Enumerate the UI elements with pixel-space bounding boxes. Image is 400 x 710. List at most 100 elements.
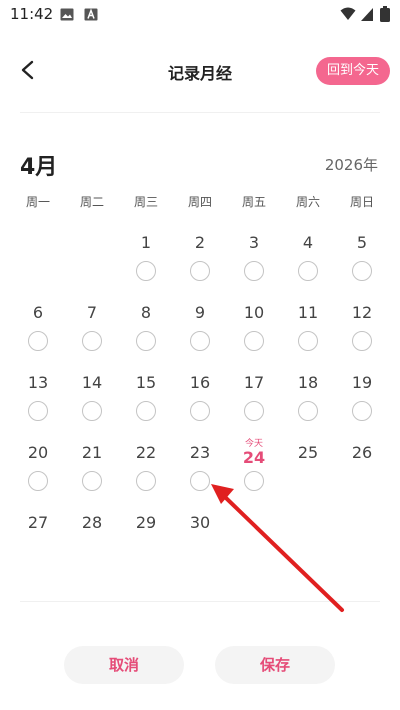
cancel-button[interactable]: 取消 [64,646,184,684]
period-select-circle[interactable] [82,331,102,351]
period-select-circle[interactable] [352,331,372,351]
calendar-day[interactable]: 20 [11,440,65,510]
period-select-circle[interactable] [244,471,264,491]
status-bar: 11:42 [0,0,400,30]
calendar-day[interactable]: 19 [335,370,389,440]
period-select-circle[interactable] [190,261,210,281]
day-number: 13 [27,373,49,392]
weekday-label: 周四 [187,195,212,209]
calendar-day[interactable]: 7 [65,300,119,370]
calendar-day-today[interactable]: 今天 24 [227,439,281,510]
day-number: 21 [81,443,103,462]
day-number: 27 [27,513,49,532]
day-number: 19 [351,373,373,392]
weekday-header: 周一 周二 周三 周四 周五 周六 周日 [11,193,389,211]
calendar-day[interactable]: 22 [119,440,173,510]
month-title: 4月 [20,155,58,180]
period-select-circle[interactable] [244,261,264,281]
day-number: 28 [81,513,103,532]
day-number: 9 [194,303,206,322]
period-select-circle[interactable] [136,401,156,421]
calendar-day[interactable]: 23 [173,440,227,510]
weekday-label: 周二 [79,195,104,209]
period-select-circle[interactable] [82,471,102,491]
calendar-day: 28 [65,510,119,580]
calendar-grid: 1 2 3 4 5 6 7 8 9 10 11 12 13 14 15 16 17 18 19 20 21 22 23 今天 2… [11,230,389,580]
day-number: 16 [189,373,211,392]
period-select-circle[interactable] [190,401,210,421]
calendar-day[interactable]: 5 [335,230,389,300]
footer-actions: 取消 保存 [0,600,400,710]
day-number: 11 [297,303,319,322]
status-time: 11:42 [10,5,54,23]
weekday-label: 周日 [349,195,374,209]
weekday-label: 周一 [25,195,50,209]
day-number: 25 [297,443,319,462]
calendar-day: 26 [335,440,389,510]
day-number: 17 [243,373,265,392]
calendar-day: 25 [281,440,335,510]
day-number: 6 [32,303,44,322]
gallery-icon [60,8,74,21]
period-select-circle[interactable] [244,331,264,351]
calendar-day[interactable]: 18 [281,370,335,440]
day-number: 24 [242,448,266,467]
period-select-circle[interactable] [136,331,156,351]
day-number: 1 [140,233,152,252]
period-select-circle[interactable] [190,471,210,491]
calendar-day: 30 [173,510,227,580]
day-number: 2 [194,233,206,252]
calendar-day[interactable]: 11 [281,300,335,370]
period-select-circle[interactable] [190,331,210,351]
weekday-label: 周六 [295,195,320,209]
period-select-circle[interactable] [352,401,372,421]
calendar-day[interactable]: 2 [173,230,227,300]
period-select-circle[interactable] [136,261,156,281]
period-select-circle[interactable] [28,331,48,351]
calendar-day[interactable]: 9 [173,300,227,370]
period-select-circle[interactable] [28,471,48,491]
day-number: 7 [86,303,98,322]
day-number: 26 [351,443,373,462]
calendar-day[interactable]: 16 [173,370,227,440]
calendar-day[interactable]: 14 [65,370,119,440]
calendar-day[interactable]: 15 [119,370,173,440]
calendar-day[interactable]: 13 [11,370,65,440]
calendar-day[interactable]: 1 [119,230,173,300]
calendar-day[interactable]: 4 [281,230,335,300]
back-to-today-button[interactable]: 回到今天 [316,57,390,85]
day-number: 4 [302,233,314,252]
period-select-circle[interactable] [244,401,264,421]
day-number: 30 [189,513,211,532]
calendar-day[interactable]: 17 [227,370,281,440]
day-number: 20 [27,443,49,462]
day-number: 18 [297,373,319,392]
period-select-circle[interactable] [352,261,372,281]
period-select-circle[interactable] [28,401,48,421]
day-number: 5 [356,233,368,252]
period-select-circle[interactable] [298,261,318,281]
calendar-day: 29 [119,510,173,580]
save-button[interactable]: 保存 [215,646,335,684]
calendar-day[interactable]: 12 [335,300,389,370]
empty-day-cell [11,230,65,300]
divider [20,112,380,113]
period-select-circle[interactable] [298,401,318,421]
day-number: 23 [189,443,211,462]
period-select-circle[interactable] [82,401,102,421]
calendar-day[interactable]: 6 [11,300,65,370]
day-number: 15 [135,373,157,392]
top-navigation-bar: 记录月经 回到今天 [0,48,400,92]
calendar-day[interactable]: 3 [227,230,281,300]
signal-icon [361,8,373,21]
day-number: 10 [243,303,265,322]
empty-day-cell [65,230,119,300]
period-select-circle[interactable] [298,331,318,351]
calendar-day[interactable]: 8 [119,300,173,370]
calendar-day[interactable]: 10 [227,300,281,370]
font-app-icon [84,8,98,21]
day-number: 8 [140,303,152,322]
period-select-circle[interactable] [136,471,156,491]
calendar-day[interactable]: 21 [65,440,119,510]
day-number: 14 [81,373,103,392]
